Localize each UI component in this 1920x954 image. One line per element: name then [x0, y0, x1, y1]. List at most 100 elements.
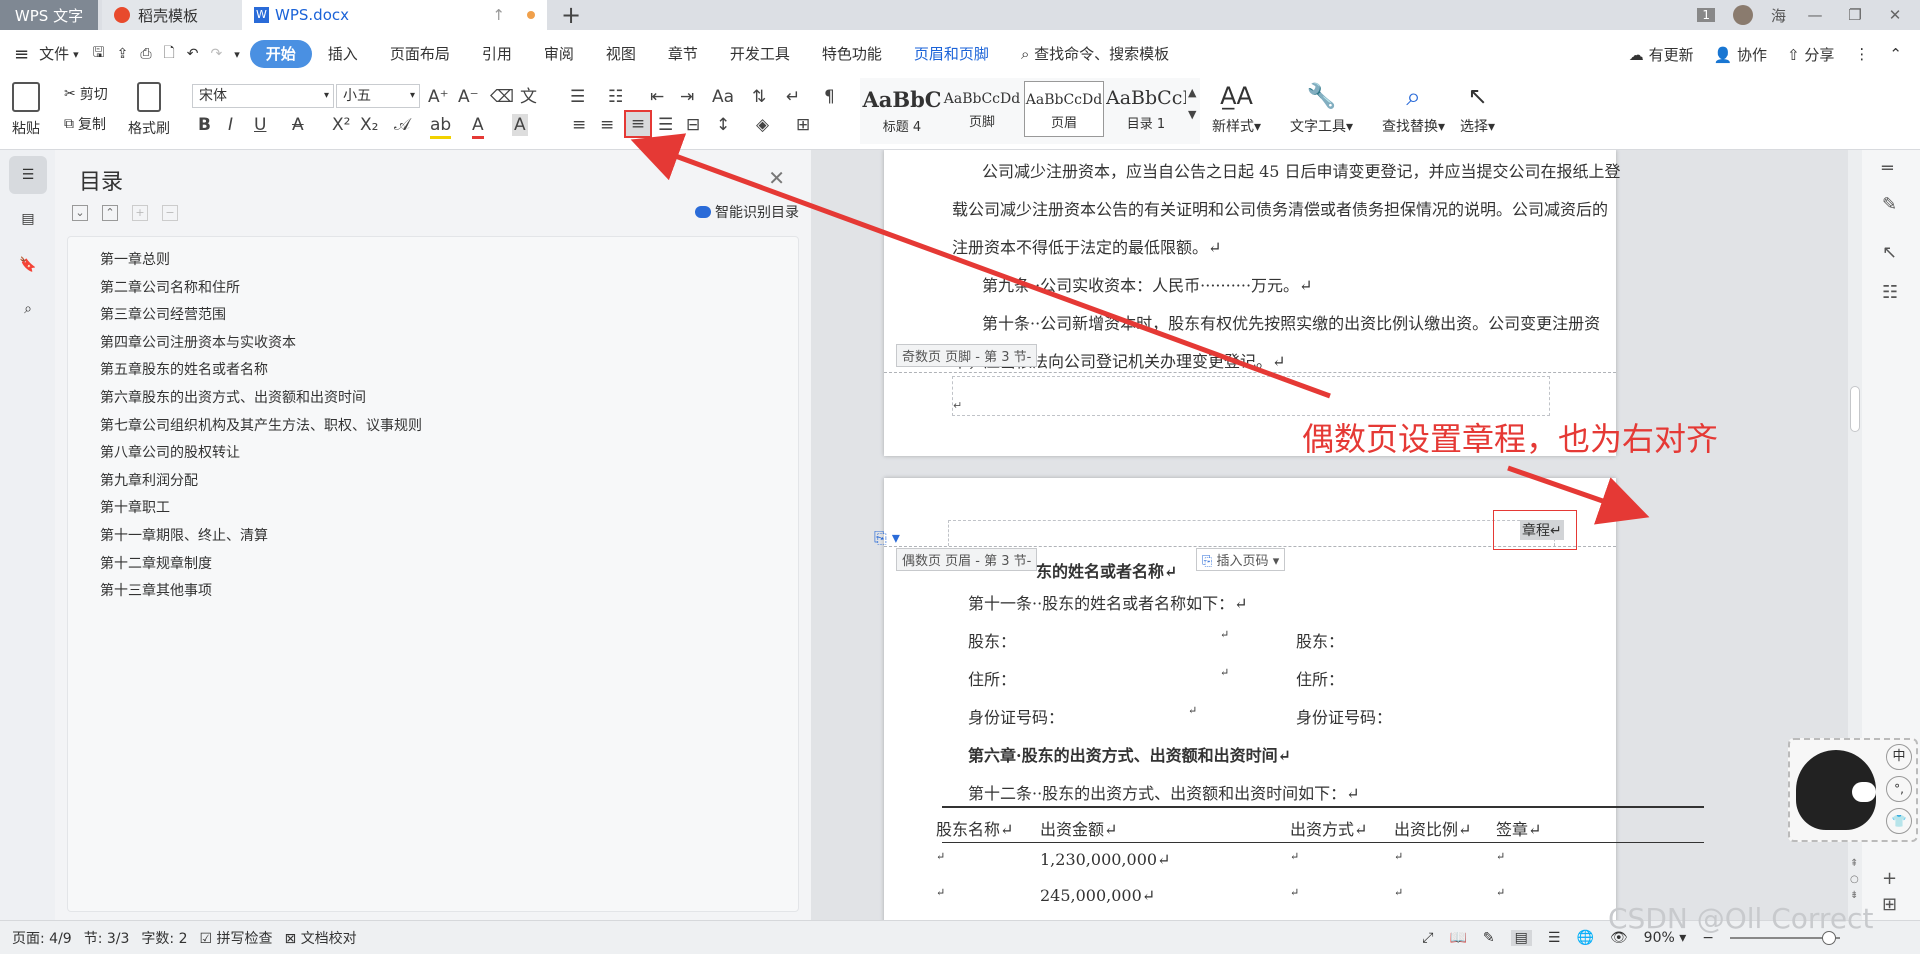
file-menu[interactable]: 文件 [35, 40, 73, 68]
line-break-icon[interactable]: ↵ [786, 86, 800, 108]
app-tab[interactable]: WPS 文字 [0, 0, 98, 30]
decrease-indent-icon[interactable]: ⇤ [650, 86, 664, 108]
doc-paragraph[interactable]: 公司减少注册资本，应当自公告之日起 45 日后申请变更登记，并应当提交公司在报纸… [982, 158, 1621, 182]
table-header-cell[interactable]: 股东名称↵ [936, 816, 1013, 840]
ime-skin-icon[interactable]: 👕 [1886, 808, 1912, 834]
justify-icon[interactable]: ☰ [658, 114, 673, 136]
expand-all-icon[interactable]: ⌄ [72, 205, 88, 221]
find-replace-button[interactable]: ⌕ 查找替换▾ [1382, 82, 1445, 136]
search-command[interactable]: ⌕ 查找命令、搜索模板 [1005, 40, 1185, 68]
toc-item[interactable]: 第十二章规章制度 [100, 553, 212, 573]
toc-item[interactable]: 第二章公司名称和住所 [100, 277, 240, 297]
updates-button[interactable]: ☁ 有更新 [1629, 44, 1694, 65]
ime-lang-button[interactable]: 中 [1886, 744, 1912, 770]
shading-icon[interactable]: ◈ [756, 114, 769, 136]
print-icon[interactable]: ⎙ [140, 46, 151, 62]
clear-format-icon[interactable]: ⌫ [490, 86, 514, 108]
toc-item[interactable]: 第十三章其他事项 [100, 580, 212, 600]
toc-item[interactable]: 第七章公司组织机构及其产生方法、职权、议事规则 [100, 415, 422, 435]
redo-icon[interactable]: ↷ [211, 46, 223, 62]
sort-icon[interactable]: ⇅ [752, 86, 766, 108]
text-tools-button[interactable]: 🔧 文字工具▾ [1290, 82, 1353, 136]
underline-icon[interactable]: U [254, 114, 266, 136]
grid-apps-icon[interactable]: ⊞ [1882, 894, 1897, 915]
char-shading-icon[interactable]: A [512, 114, 528, 136]
menu-layout[interactable]: 页面布局 [374, 40, 466, 68]
restore-icon[interactable]: ❐ [1844, 6, 1866, 24]
fullscreen-icon[interactable]: ⤢ [1422, 930, 1433, 946]
table-cell[interactable]: ↵ [1496, 886, 1505, 899]
pointer-icon[interactable]: ↖ [1882, 242, 1897, 263]
doc-paragraph[interactable]: 第十一条··股东的姓名或者名称如下：↵ [968, 590, 1248, 614]
collapse-ribbon-icon[interactable]: ⌃ [1889, 45, 1902, 63]
table-header-cell[interactable]: 出资金额↵ [1040, 816, 1117, 840]
new-style-button[interactable]: A̲A 新样式▾ [1212, 82, 1261, 136]
insert-page-number-button[interactable]: ⎘ 插入页码 ▾ [1196, 548, 1286, 571]
grow-font-icon[interactable]: A⁺ [428, 86, 449, 108]
doc-paragraph[interactable]: 第十条··公司新增资本时，股东有权优先按照实缴的出资比例认缴出资。公司变更注册资 [982, 310, 1600, 334]
print-preview-icon[interactable]: 🗋 [164, 42, 175, 66]
share-button[interactable]: ⇧ 分享 [1787, 44, 1834, 65]
menu-section[interactable]: 章节 [652, 40, 714, 68]
proofread-button[interactable]: ⊠ 文档校对 [285, 928, 357, 948]
font-size-select[interactable]: 小五 ▾ [336, 84, 420, 108]
export-icon[interactable]: ⇪ [117, 46, 129, 62]
minimize-icon[interactable]: — [1804, 6, 1826, 24]
toc-item[interactable]: 第九章利润分配 [100, 470, 198, 490]
menu-references[interactable]: 引用 [466, 40, 528, 68]
page-select-icon[interactable]: ○ [1850, 872, 1859, 888]
field-address[interactable]: 住所： [968, 666, 1016, 690]
table-cell[interactable]: ↵ [1394, 886, 1403, 899]
page-thumbnails-icon[interactable]: ▤ [9, 200, 47, 238]
status-section[interactable]: 节: 3/3 [84, 928, 130, 948]
web-view-icon[interactable]: 🌐 [1576, 930, 1593, 946]
case-icon[interactable]: Aa [712, 86, 734, 108]
bullet-list-icon[interactable]: ☰ [570, 86, 585, 108]
undo-icon[interactable]: ↶ [187, 46, 199, 62]
numbered-list-icon[interactable]: ☷ [608, 86, 623, 108]
reading-mode-icon[interactable]: 📖 [1449, 930, 1466, 946]
find-nav-icon[interactable]: ⌕ [9, 290, 47, 328]
toc-item[interactable]: 第一章总则 [100, 249, 170, 269]
text-effect-icon[interactable]: 𝒜 [394, 114, 410, 136]
menu-home[interactable]: 开始 [249, 40, 312, 68]
subscript-icon[interactable]: X₂ [360, 114, 378, 136]
style-footer[interactable]: AaBbCcDd 页脚 [942, 81, 1022, 137]
style-header[interactable]: AaBbCcDd 页眉 [1024, 81, 1104, 137]
font-color-icon[interactable]: A [472, 114, 484, 139]
prev-page-icon[interactable]: ⇞ [1850, 856, 1859, 872]
chapter-heading[interactable]: 东的姓名或者名称↵ [1036, 558, 1177, 582]
shrink-font-icon[interactable]: A⁻ [458, 86, 479, 108]
write-mode-icon[interactable]: ✎ [1483, 930, 1495, 946]
template-tab[interactable]: 稻壳模板 [102, 0, 242, 30]
align-left-icon[interactable]: ≡ [572, 114, 586, 136]
doc-paragraph[interactable]: 注册资本不得低于法定的最低限额。↵ [952, 234, 1221, 258]
document-tab[interactable]: W WPS.docx ↑ [242, 0, 547, 30]
increase-indent-icon[interactable]: ⇥ [680, 86, 694, 108]
collapse-all-icon[interactable]: ⌃ [102, 205, 118, 221]
upload-icon[interactable]: ↑ [492, 6, 505, 24]
style-scroll-down-icon[interactable]: ▼ [1188, 104, 1196, 126]
outline-view-icon[interactable]: ☰ [1548, 930, 1561, 946]
table-cell[interactable]: ↵ [1394, 850, 1403, 863]
status-words[interactable]: 字数: 2 [141, 928, 187, 948]
phonetic-icon[interactable]: 文 [520, 86, 537, 108]
page-anchor-icon[interactable]: ⎘ ▾ [874, 528, 900, 548]
field-idcard[interactable]: 身份证号码： [1296, 704, 1392, 728]
doc-paragraph[interactable]: 第十二条··股东的出资方式、出资额和出资时间如下：↵ [968, 780, 1360, 804]
toc-item[interactable]: 第四章公司注册资本与实收资本 [100, 332, 296, 352]
table-cell[interactable]: 1,230,000,000↵ [1040, 850, 1170, 869]
save-icon[interactable]: 🖫 [93, 42, 105, 66]
table-header-cell[interactable]: 出资方式↵ [1290, 816, 1367, 840]
collapse-toolbar-icon[interactable]: ═ [1882, 158, 1893, 179]
zoom-in-icon[interactable]: + [1882, 868, 1897, 889]
toc-item[interactable]: 第六章股东的出资方式、出资额和出资时间 [100, 387, 366, 407]
paste-button[interactable]: 粘贴 [12, 82, 40, 138]
more-icon[interactable]: ⋮ [1854, 45, 1869, 63]
pen-icon[interactable]: ✎ [1882, 194, 1897, 215]
distributed-icon[interactable]: ⊟ [686, 114, 700, 136]
spell-check-button[interactable]: ☑ 拼写检查 [199, 928, 272, 948]
field-shareholder[interactable]: 股东： [968, 628, 1016, 652]
table-header-cell[interactable]: 签章↵ [1496, 816, 1541, 840]
menu-insert[interactable]: 插入 [312, 40, 374, 68]
